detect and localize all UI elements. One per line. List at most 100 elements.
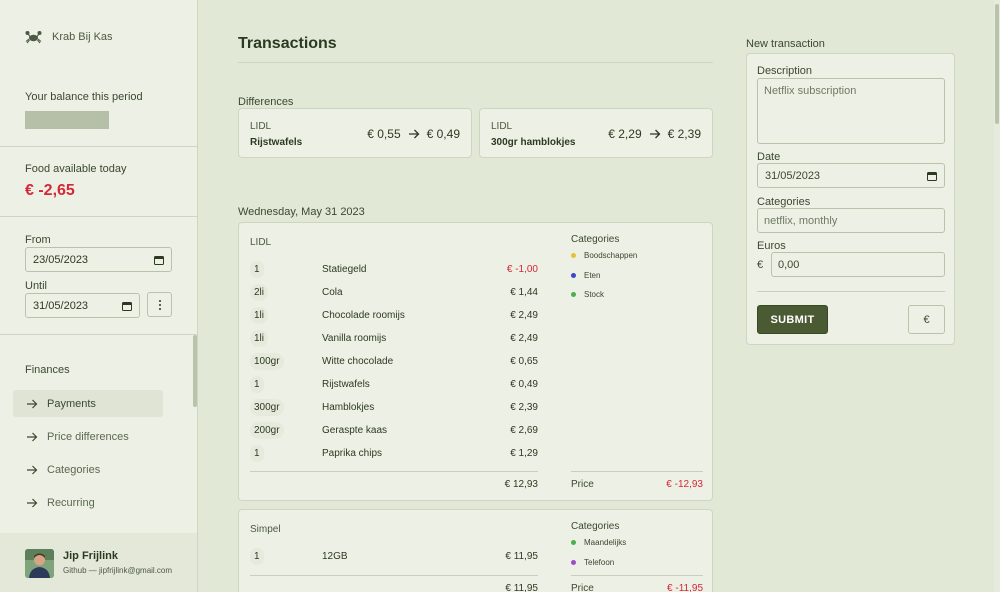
transaction-store: LIDL: [250, 237, 272, 248]
item-price: € 2,49: [510, 310, 538, 321]
transaction-total: € 11,95: [505, 583, 538, 592]
sidebar-scrollbar[interactable]: [193, 335, 197, 407]
arrow-right-icon: [27, 498, 38, 507]
transaction-item: 200gr Geraspte kaas € 2,69: [250, 419, 538, 441]
from-date-value: 23/05/2023: [33, 253, 89, 266]
calendar-icon[interactable]: [154, 255, 164, 265]
category-tag[interactable]: Telefoon: [571, 558, 614, 567]
price-difference-card[interactable]: LIDL 300gr hamblokjes € 2,29 € 2,39: [479, 108, 713, 158]
from-date-input[interactable]: 23/05/2023: [25, 247, 172, 272]
until-label: Until: [25, 280, 48, 292]
submit-button[interactable]: SUBMIT: [757, 305, 828, 334]
crab-icon: [25, 31, 42, 44]
category-name: Stock: [584, 290, 605, 299]
nav-item-price-differences[interactable]: Price differences: [13, 423, 163, 450]
page-scrollbar[interactable]: [995, 4, 999, 124]
euro-prefix: €: [757, 259, 764, 271]
price-difference-card[interactable]: LIDL Rijstwafels € 0,55 € 0,49: [238, 108, 472, 158]
item-price: € 1,44: [510, 287, 538, 298]
item-name: Statiegeld: [322, 264, 367, 275]
divider: [757, 291, 945, 292]
diff-prices: € 2,29 € 2,39: [608, 127, 701, 141]
item-name: Witte chocolade: [322, 356, 394, 367]
nav-item-label: Recurring: [47, 496, 95, 509]
description-label: Description: [757, 65, 813, 77]
user-profile[interactable]: Jip Frijlink Github — jipfrijlink@gmail.…: [0, 533, 197, 592]
nav-item-payments[interactable]: Payments: [13, 390, 163, 417]
nav-item-label: Price differences: [47, 430, 129, 443]
sidebar: Krab Bij Kas Your balance this period Fo…: [0, 0, 198, 592]
category-name: Telefoon: [584, 558, 615, 567]
old-price: € 0,55: [367, 127, 401, 141]
dot-icon: [571, 292, 576, 297]
date-heading: Wednesday, May 31 2023: [238, 206, 365, 218]
user-name: Jip Frijlink: [63, 550, 119, 562]
categories-label: Categories: [757, 196, 811, 208]
dot-icon: [571, 560, 576, 565]
item-price: € 2,69: [510, 425, 538, 436]
description-field[interactable]: Netflix subscription: [757, 78, 945, 144]
transaction-item: 1li Chocolade roomijs € 2,49: [250, 304, 538, 326]
divider: [0, 146, 197, 147]
category-tag[interactable]: Maandelijks: [571, 538, 626, 547]
transaction-card[interactable]: Simpel 1 12GB € 11,95 € 11,95 Categories…: [238, 509, 713, 592]
transaction-item: 2li Cola € 1,44: [250, 281, 538, 303]
price-value: € -12,93: [666, 479, 703, 490]
item-name: Cola: [322, 287, 343, 298]
category-tag[interactable]: Boodschappen: [571, 251, 637, 260]
balance-value-hidden[interactable]: [25, 111, 109, 129]
until-date-input[interactable]: 31/05/2023: [25, 293, 140, 318]
categories-field[interactable]: netflix, monthly: [757, 208, 945, 233]
balance-label: Your balance this period: [25, 91, 143, 103]
euros-field[interactable]: 0,00: [771, 252, 945, 277]
food-label: Food available today: [25, 163, 127, 175]
category-name: Maandelijks: [584, 538, 627, 547]
transaction-card[interactable]: LIDL 1 Statiegeld € -1,00 2li Cola € 1,4…: [238, 222, 713, 501]
arrow-right-icon: [408, 129, 420, 139]
dot-icon: [571, 253, 576, 258]
nav-item-label: Categories: [47, 463, 101, 476]
app-name: Krab Bij Kas: [52, 30, 113, 43]
diff-product: Rijstwafels: [250, 137, 303, 148]
transaction-total: € 12,93: [504, 479, 538, 490]
transaction-item: 1 Paprika chips € 1,29: [250, 442, 538, 464]
nav-item-recurring[interactable]: Recurring: [13, 489, 163, 516]
item-quantity: 2li: [250, 284, 269, 301]
item-quantity: 1: [250, 445, 264, 462]
divider: [571, 471, 703, 472]
item-price: € 11,95: [505, 551, 538, 562]
avatar: [25, 549, 54, 578]
item-price: € -1,00: [506, 264, 538, 275]
item-name: 12GB: [322, 551, 348, 562]
categories-title: Categories: [571, 521, 620, 532]
category-tag[interactable]: Eten: [571, 271, 600, 280]
category-tag[interactable]: Stock: [571, 290, 604, 299]
description-placeholder: Netflix subscription: [764, 85, 857, 97]
nav-item-categories[interactable]: Categories: [13, 456, 163, 483]
currency-button[interactable]: €: [908, 305, 945, 334]
category-name: Eten: [584, 271, 601, 280]
divider: [0, 334, 197, 335]
item-quantity: 1li: [250, 330, 269, 347]
new-price: € 0,49: [426, 127, 460, 141]
item-name: Paprika chips: [322, 448, 383, 459]
item-price: € 2,49: [510, 333, 538, 344]
diff-store: LIDL: [491, 121, 513, 132]
user-subtitle: Github — jipfrijlink@gmail.com: [63, 566, 173, 575]
from-label: From: [25, 234, 51, 246]
until-date-value: 31/05/2023: [33, 299, 89, 312]
divider: [571, 575, 703, 576]
calendar-icon[interactable]: [122, 301, 132, 311]
arrow-right-icon: [27, 432, 38, 441]
item-quantity: 100gr: [250, 353, 284, 370]
calendar-icon[interactable]: [927, 171, 937, 181]
item-price: € 2,39: [510, 402, 538, 413]
date-field[interactable]: 31/05/2023: [757, 163, 945, 188]
brand[interactable]: Krab Bij Kas: [25, 29, 113, 44]
item-quantity: 200gr: [250, 422, 284, 439]
diff-prices: € 0,55 € 0,49: [367, 127, 460, 141]
nav-item-label: Payments: [47, 397, 96, 410]
item-quantity: 1: [250, 548, 264, 565]
more-options-button[interactable]: [147, 292, 172, 317]
diff-product: 300gr hamblokjes: [491, 137, 576, 148]
